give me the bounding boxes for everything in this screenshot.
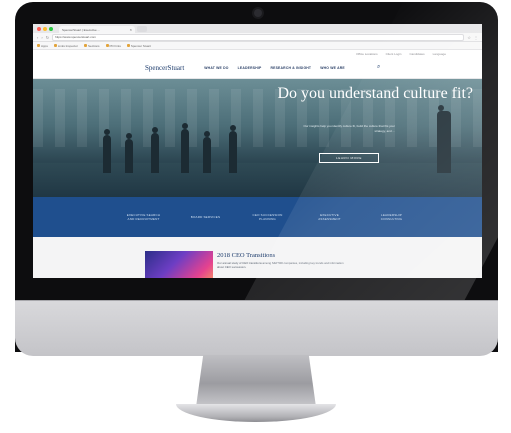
nav-item-who-we-are[interactable]: WHO WE ARE bbox=[320, 66, 345, 70]
utility-links: Office Locations Client Login Candidates… bbox=[33, 50, 482, 58]
bookmark-icon bbox=[126, 44, 130, 47]
search-icon[interactable]: ⌕ bbox=[377, 64, 380, 71]
bookmark-icon bbox=[37, 44, 40, 47]
menu-icon[interactable]: ⋮ bbox=[474, 35, 478, 40]
back-icon[interactable]: ‹ bbox=[37, 35, 38, 40]
hero-figure bbox=[437, 105, 451, 173]
bookmark-item[interactable]: Links Inspector bbox=[53, 44, 78, 48]
forward-icon[interactable]: › bbox=[41, 35, 42, 40]
bookmark-icon bbox=[84, 44, 88, 47]
utility-link[interactable]: Client Login bbox=[386, 52, 402, 56]
article-title[interactable]: 2018 CEO Transitions bbox=[217, 252, 275, 259]
hero-figure bbox=[181, 123, 189, 173]
minimize-window-button[interactable] bbox=[43, 26, 47, 31]
hero-title: Do you understand culture fit? bbox=[277, 85, 474, 102]
tab-title: SpencerStuart | Executive ... bbox=[62, 27, 100, 32]
imac-stand bbox=[196, 355, 316, 407]
hero-figure bbox=[103, 129, 111, 173]
nav-item-research[interactable]: RESEARCH & INSIGHT bbox=[270, 66, 311, 70]
bookmark-item[interactable]: PD hints bbox=[105, 44, 121, 48]
article-summary: Our annual study of CEO transitions amon… bbox=[217, 261, 344, 269]
camera-icon bbox=[254, 9, 262, 17]
screen: SpencerStuart | Executive ... × ‹ › ↻ ht… bbox=[33, 24, 482, 278]
hero-figure bbox=[229, 125, 237, 173]
address-bar-row: ‹ › ↻ https://www.spencerstuart.com ☆ ⋮ bbox=[33, 33, 482, 42]
service-link-ceo-succession[interactable]: CEO SUCCESSION PLANNING bbox=[248, 213, 288, 221]
hero-figure bbox=[125, 133, 133, 173]
star-icon[interactable]: ☆ bbox=[467, 35, 471, 40]
browser-tab[interactable]: SpencerStuart | Executive ... × bbox=[59, 26, 135, 33]
service-link-executive-search[interactable]: EXECUTIVE SEARCH AND RECRUITMENT bbox=[124, 213, 164, 221]
utility-link[interactable]: Candidates bbox=[409, 52, 424, 56]
hero-floor bbox=[33, 163, 482, 197]
site-logo[interactable]: SpencerStuart bbox=[145, 64, 184, 72]
service-link-board-services[interactable]: BOARD SERVICES bbox=[186, 215, 226, 219]
service-link-executive-assessment[interactable]: EXECUTIVE ASSESSMENT bbox=[310, 213, 350, 221]
close-window-button[interactable] bbox=[37, 26, 41, 31]
reload-icon[interactable]: ↻ bbox=[46, 35, 49, 40]
service-link-leadership-consulting[interactable]: LEADERSHIP CONSULTING bbox=[372, 213, 412, 221]
browser-tab-bar: SpencerStuart | Executive ... × bbox=[33, 24, 482, 33]
services-band: EXECUTIVE SEARCH AND RECRUITMENT BOARD S… bbox=[33, 197, 482, 237]
new-tab-button[interactable] bbox=[137, 25, 147, 32]
bookmark-item[interactable]: Spencer Stuart bbox=[126, 44, 151, 48]
hero-figure bbox=[151, 127, 159, 173]
imac-chin bbox=[15, 300, 498, 356]
imac-stand-base bbox=[176, 404, 336, 422]
close-tab-icon[interactable]: × bbox=[130, 27, 132, 32]
main-nav: WHAT WE DO LEADERSHIP RESEARCH & INSIGHT… bbox=[204, 66, 345, 70]
learn-more-button[interactable]: LEARN MORE bbox=[319, 153, 379, 163]
utility-link[interactable]: Language bbox=[433, 52, 446, 56]
hero-figure bbox=[203, 131, 211, 173]
url-text: https://www.spencerstuart.com bbox=[55, 35, 96, 39]
bookmark-item[interactable]: Apps bbox=[37, 44, 48, 48]
bookmarks-bar: Apps Links Inspector Sections PD hints S… bbox=[33, 42, 482, 50]
article-thumbnail[interactable] bbox=[145, 251, 213, 278]
zoom-window-button[interactable] bbox=[49, 26, 53, 31]
window-controls bbox=[37, 26, 53, 31]
featured-article: 2018 CEO Transitions Our annual study of… bbox=[33, 237, 482, 278]
bookmark-item[interactable]: Sections bbox=[84, 44, 100, 48]
hero-body: Our insights help you identify culture f… bbox=[303, 124, 395, 133]
nav-item-leadership[interactable]: LEADERSHIP bbox=[238, 66, 262, 70]
nav-item-what-we-do[interactable]: WHAT WE DO bbox=[204, 66, 228, 70]
bookmark-icon bbox=[105, 44, 109, 47]
hero-banner: Do you understand culture fit? Our insig… bbox=[33, 79, 482, 197]
url-input[interactable]: https://www.spencerstuart.com bbox=[52, 33, 465, 41]
site-header: SpencerStuart WHAT WE DO LEADERSHIP RESE… bbox=[33, 58, 482, 79]
bookmark-icon bbox=[53, 44, 57, 47]
utility-link[interactable]: Office Locations bbox=[356, 52, 377, 56]
